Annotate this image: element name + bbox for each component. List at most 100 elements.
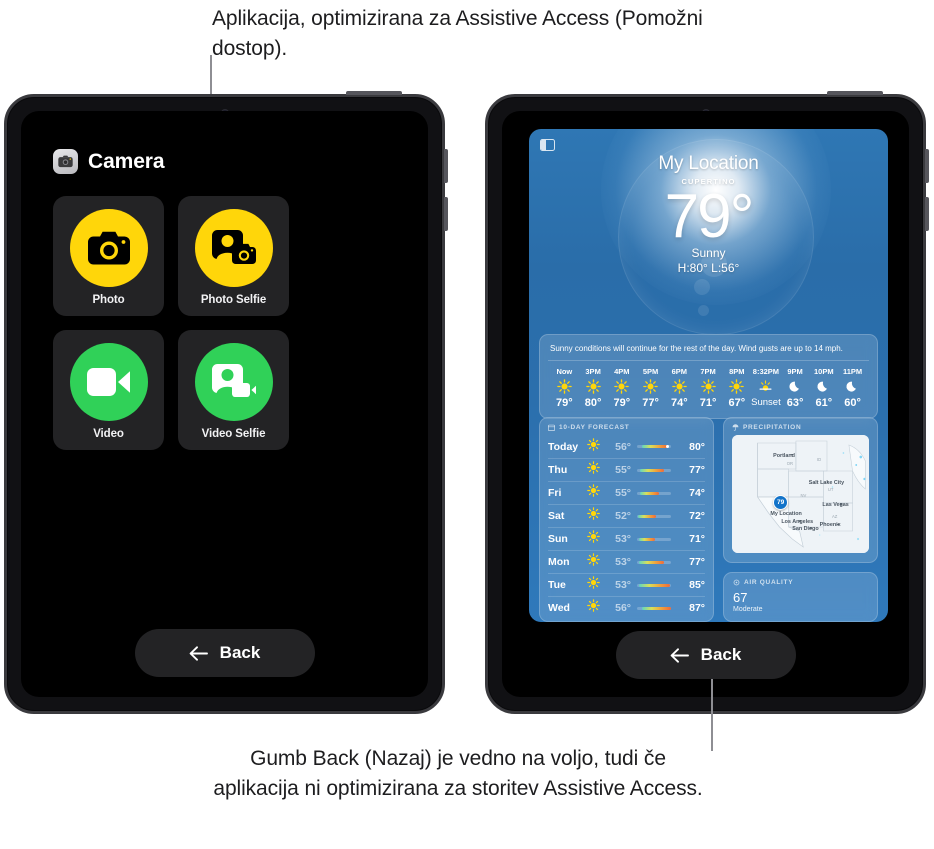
weather-location: My Location	[658, 153, 759, 174]
forecast-row-icon	[583, 576, 603, 594]
calendar-icon	[548, 424, 555, 431]
sun-icon	[700, 379, 716, 394]
forecast-row-day: Today	[548, 440, 579, 453]
map-state-abbr: OR	[786, 460, 794, 466]
hourly-item-temp: 63°	[786, 397, 804, 409]
precipitation-map[interactable]: OR ID NV UT AZ Portland Salt Lake City Las Vega…	[732, 435, 869, 553]
ten-day-forecast-panel[interactable]: 10-DAY FORECAST Today 56° 80° Thu 55° 77° Fri 5…	[539, 417, 714, 622]
hourly-item-temp: 80°	[584, 397, 602, 409]
hourly-item-time: 8PM	[729, 367, 745, 376]
caption-top: Aplikacija, optimizirana za Assistive Ac…	[212, 7, 703, 60]
back-button-right-label: Back	[700, 645, 742, 664]
tile-photo-label: Photo	[92, 294, 125, 306]
forecast-row-range-fill	[640, 468, 664, 472]
volume-down-button-left[interactable]	[444, 197, 448, 231]
precipitation-panel[interactable]: PRECIPITATION OR ID NV UT AZ Portland Sa…	[723, 417, 878, 563]
map-city-label: Las Vegas	[822, 502, 849, 509]
forecast-row-day: Tue	[548, 579, 566, 591]
forecast-row-range-fill	[639, 583, 670, 587]
back-button-left[interactable]: Back	[134, 629, 315, 677]
hourly-row: Now 79° 3PM 80° 4PM 79° 5PM 77° 6PM 74° 7PM 71° 8PM 6…	[548, 361, 869, 410]
forecast-row-range-fill	[641, 606, 671, 610]
forecast-row-range-track	[637, 514, 671, 518]
hourly-item: 8:32PM Sunset	[751, 367, 781, 409]
screenshot-root: Aplikacija, optimizirana za Assistive Ac…	[0, 0, 934, 849]
map-city-label: Phoenix	[819, 522, 841, 529]
air-quality-value: 67	[733, 590, 748, 605]
hourly-item-time: 5PM	[642, 367, 659, 376]
forecast-row: Today 56° 80°	[548, 435, 705, 458]
forecast-row-range-fill	[639, 537, 656, 541]
sun-icon	[586, 553, 600, 566]
hourly-item: 7PM 71°	[694, 367, 723, 409]
hourly-item: 5PM 77°	[636, 367, 665, 409]
forecast-row: Thu 55° 77°	[548, 458, 705, 481]
power-button-right[interactable]	[827, 91, 883, 95]
precipitation-panel-header: PRECIPITATION	[732, 424, 869, 435]
tile-photo[interactable]: Photo	[53, 196, 164, 316]
forecast-row-high: 77°	[689, 556, 705, 568]
sun-icon	[586, 599, 600, 612]
power-button-left[interactable]	[346, 91, 402, 95]
forecast-row-day: Thu	[548, 464, 568, 476]
sun-icon	[586, 530, 600, 543]
tile-video-selfie[interactable]: Video Selfie	[178, 330, 289, 450]
screen-right: My Location CUPERTINO 79° Sunny H:80° L:…	[502, 111, 909, 697]
forecast-row-icon	[583, 530, 603, 548]
forecast-row-high: 87°	[689, 602, 705, 614]
forecast-row-low: 53°	[615, 533, 631, 545]
app-title: Camera	[88, 149, 165, 173]
arrow-left-icon	[189, 645, 208, 661]
weather-lower-grid: 10-DAY FORECAST Today 56° 80° Thu 55° 77° Fri 5…	[539, 417, 878, 622]
volume-down-button-right[interactable]	[925, 197, 929, 231]
forecast-row-low: 55°	[615, 464, 631, 476]
precipitation-panel-header-label: PRECIPITATION	[743, 424, 802, 431]
sun-icon	[614, 379, 630, 394]
air-quality-panel[interactable]: AIR QUALITY 67 Moderate	[723, 572, 878, 622]
forecast-rows: Today 56° 80° Thu 55° 77° Fri 55° 74° Sat 52° 72° Su…	[548, 435, 705, 619]
hourly-item: 11PM 60°	[838, 367, 867, 409]
weather-app-window: My Location CUPERTINO 79° Sunny H:80° L:…	[529, 129, 888, 622]
tile-photo-selfie[interactable]: Photo Selfie	[178, 196, 289, 316]
forecast-row-low: 53°	[615, 556, 631, 568]
sun-icon	[586, 576, 600, 589]
forecast-row-high: 80°	[689, 440, 705, 453]
tile-video[interactable]: Video	[53, 330, 164, 450]
sun-icon	[672, 379, 687, 394]
forecast-row-icon	[583, 553, 603, 571]
moon-icon	[789, 381, 799, 392]
forecast-row-range-track	[637, 491, 671, 495]
hourly-item: 9PM 63°	[781, 367, 810, 409]
video-icon	[86, 368, 130, 396]
forecast-row-range-track	[637, 560, 671, 564]
tile-video-circle	[69, 343, 148, 421]
sun-icon	[586, 484, 600, 497]
back-button-right[interactable]: Back	[615, 631, 796, 679]
weather-temperature: 79°	[664, 182, 755, 251]
hourly-item-time: 3PM	[585, 367, 601, 376]
tile-photo-selfie-circle	[194, 209, 273, 287]
map-state-abbr: AZ	[832, 514, 838, 520]
hourly-item-temp: 71°	[699, 397, 717, 409]
forecast-row-low: 55°	[615, 487, 631, 499]
volume-up-button-right[interactable]	[925, 149, 929, 183]
forecast-row-day: Fri	[548, 487, 562, 499]
tile-photo-selfie-label: Photo Selfie	[200, 294, 267, 306]
sun-icon	[585, 379, 601, 394]
lens-flare-dot	[694, 279, 711, 295]
screen-left: Camera Photo Photo Selfie Video Video Se…	[21, 111, 428, 697]
forecast-row: Sat 52° 72°	[548, 504, 705, 527]
map-state-abbr: UT	[827, 486, 834, 492]
forecast-panel-header-label: 10-DAY FORECAST	[559, 424, 630, 431]
forecast-row-range-fill	[638, 514, 657, 518]
forecast-row-day: Sun	[548, 533, 568, 545]
camera-app-icon	[53, 149, 78, 174]
forecast-row-high: 74°	[689, 487, 705, 499]
moon-icon	[846, 381, 856, 392]
hourly-item: 6PM 74°	[665, 367, 694, 409]
forecast-row: Wed 56° 87°	[548, 596, 705, 619]
moon-icon	[817, 381, 828, 392]
hourly-summary: Sunny conditions will continue for the r…	[548, 342, 869, 361]
volume-up-button-left[interactable]	[444, 149, 448, 183]
tile-video-selfie-circle	[194, 343, 273, 421]
